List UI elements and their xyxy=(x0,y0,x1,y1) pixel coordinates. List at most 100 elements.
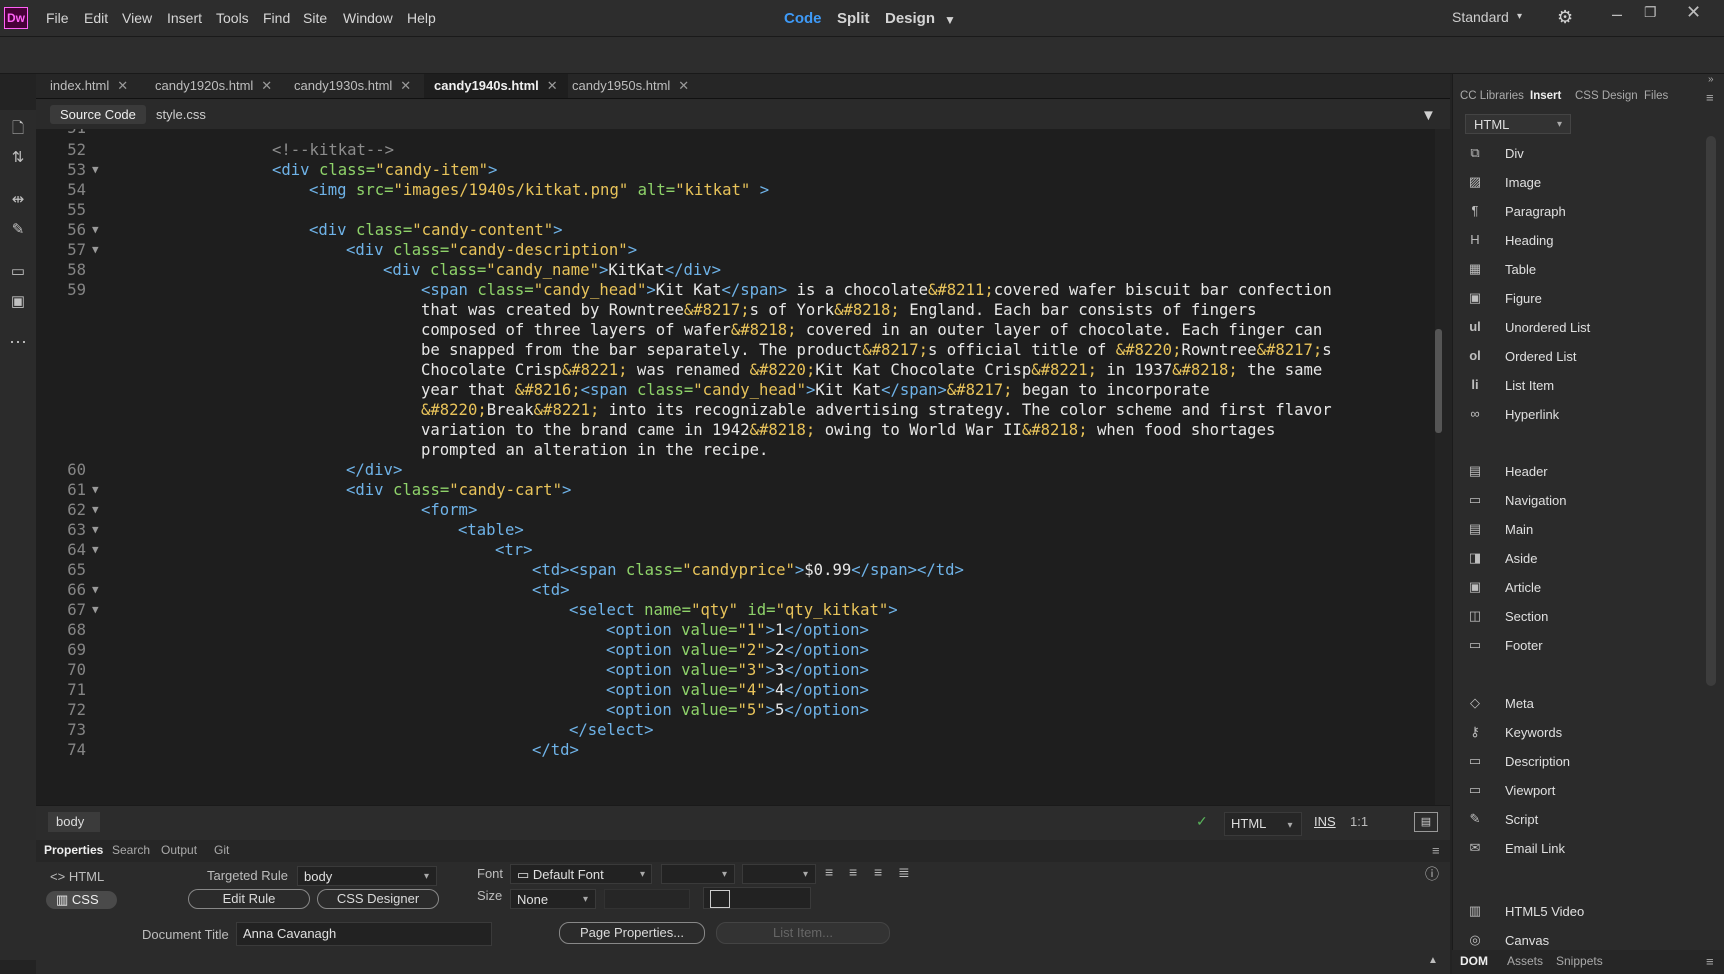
format-icon[interactable]: ▣ xyxy=(9,292,27,310)
fold-arrow-icon[interactable]: ▼ xyxy=(92,243,99,256)
insert-heading[interactable]: Heading xyxy=(1505,233,1553,248)
insert-html5-video[interactable]: HTML5 Video xyxy=(1505,904,1584,919)
style-css-link[interactable]: style.css xyxy=(156,105,206,124)
insert-navigation[interactable]: Navigation xyxy=(1505,493,1566,508)
restore-icon[interactable]: ❐ xyxy=(1644,4,1657,21)
align-justify-icon[interactable]: ≣ xyxy=(898,864,910,881)
tab-css-designer[interactable]: CSS Designer xyxy=(1575,90,1638,102)
brush-icon[interactable]: ✎ xyxy=(9,220,27,238)
code-editor[interactable]: 51 52 <!--kitkat--> 53 ▼ <div class="can… xyxy=(36,129,1435,805)
close-tab-icon[interactable]: ✕ xyxy=(261,78,272,93)
tab-candy1930s[interactable]: candy1930s.html ✕ xyxy=(284,74,421,98)
more-icon[interactable]: ⋯ xyxy=(9,332,27,352)
insert-mode-indicator[interactable]: INS xyxy=(1314,814,1336,829)
tab-candy1920s[interactable]: candy1920s.html ✕ xyxy=(145,74,282,98)
panel-menu-icon[interactable]: ≡ xyxy=(1706,954,1714,969)
fold-arrow-icon[interactable]: ▼ xyxy=(92,583,99,596)
close-icon[interactable]: ✕ xyxy=(1686,2,1701,23)
insert-email-link[interactable]: Email Link xyxy=(1505,841,1565,856)
menu-help[interactable]: Help xyxy=(407,10,436,26)
align-center-icon[interactable]: ≡ xyxy=(849,864,857,880)
tab-properties[interactable]: Properties xyxy=(44,843,103,857)
code-view-button[interactable]: Code xyxy=(784,10,822,27)
insert-aside[interactable]: Aside xyxy=(1505,551,1538,566)
insert-footer[interactable]: Footer xyxy=(1505,638,1543,653)
insert-script[interactable]: Script xyxy=(1505,812,1538,827)
insert-list-item[interactable]: List Item xyxy=(1505,378,1554,393)
panel-menu-icon[interactable]: ≡ xyxy=(1706,90,1714,105)
fold-arrow-icon[interactable]: ▼ xyxy=(92,603,99,616)
insert-viewport[interactable]: Viewport xyxy=(1505,783,1555,798)
insert-hyperlink[interactable]: Hyperlink xyxy=(1505,407,1559,422)
collapse-panel-icon[interactable]: » xyxy=(1708,74,1714,85)
close-tab-icon[interactable]: ✕ xyxy=(678,78,689,93)
tab-cc-libraries[interactable]: CC Libraries xyxy=(1460,90,1524,102)
menu-site[interactable]: Site xyxy=(303,10,327,26)
color-field[interactable] xyxy=(703,887,811,909)
insert-section[interactable]: Section xyxy=(1505,609,1548,624)
fold-arrow-icon[interactable]: ▼ xyxy=(92,223,99,236)
tab-files[interactable]: Files xyxy=(1644,90,1668,102)
menu-edit[interactable]: Edit xyxy=(84,10,108,26)
css-designer-button[interactable]: CSS Designer xyxy=(317,889,439,909)
insert-div[interactable]: Div xyxy=(1505,146,1524,161)
insert-image[interactable]: Image xyxy=(1505,175,1541,190)
document-title-input[interactable]: Anna Cavanagh xyxy=(236,922,492,946)
tab-git[interactable]: Git xyxy=(214,843,229,857)
color-swatch[interactable] xyxy=(710,890,730,908)
breadcrumb[interactable]: body xyxy=(48,812,101,832)
fold-arrow-icon[interactable]: ▼ xyxy=(92,503,99,516)
fold-arrow-icon[interactable]: ▼ xyxy=(92,163,99,176)
tab-output[interactable]: Output xyxy=(161,843,197,857)
insert-description[interactable]: Description xyxy=(1505,754,1570,769)
no-errors-icon[interactable]: ✓ xyxy=(1196,813,1208,830)
file-icon[interactable]: 🗋 xyxy=(9,118,27,137)
menu-file[interactable]: File xyxy=(46,10,69,26)
close-tab-icon[interactable]: ✕ xyxy=(117,78,128,93)
align-left-icon[interactable]: ≡ xyxy=(825,864,833,880)
menu-view[interactable]: View xyxy=(122,10,152,26)
tab-dom[interactable]: DOM xyxy=(1460,954,1488,968)
live-preview-icon[interactable]: ▤ xyxy=(1414,812,1438,832)
insert-canvas[interactable]: Canvas xyxy=(1505,933,1549,948)
menu-find[interactable]: Find xyxy=(263,10,290,26)
insert-header[interactable]: Header xyxy=(1505,464,1548,479)
panel-menu-icon[interactable]: ≡ xyxy=(1432,843,1440,858)
insert-ordered-list[interactable]: Ordered List xyxy=(1505,349,1577,364)
insert-keywords[interactable]: Keywords xyxy=(1505,725,1562,740)
minimize-icon[interactable]: – xyxy=(1612,4,1622,25)
fold-arrow-icon[interactable]: ▼ xyxy=(92,543,99,556)
menu-insert[interactable]: Insert xyxy=(167,10,202,26)
fold-arrow-icon[interactable]: ▼ xyxy=(92,483,99,496)
html-mode-button[interactable]: <> HTML xyxy=(50,869,104,884)
insert-category-select[interactable]: HTML ▾ xyxy=(1465,114,1571,134)
targeted-rule-select[interactable]: body xyxy=(297,866,437,886)
design-view-button[interactable]: Design xyxy=(885,10,935,27)
expand-icon[interactable]: ⇹ xyxy=(9,190,27,208)
insert-panel-scrollbar[interactable] xyxy=(1706,136,1716,686)
insert-figure[interactable]: Figure xyxy=(1505,291,1542,306)
tab-search[interactable]: Search xyxy=(112,843,150,857)
tab-assets[interactable]: Assets xyxy=(1507,954,1543,968)
sync-settings-icon[interactable]: ⚙ xyxy=(1557,7,1573,28)
menu-window[interactable]: Window xyxy=(343,10,393,26)
css-mode-button[interactable]: ▥ CSS xyxy=(46,891,117,909)
insert-table[interactable]: Table xyxy=(1505,262,1536,277)
sort-icon[interactable]: ⇅ xyxy=(9,148,27,166)
split-view-button[interactable]: Split xyxy=(837,10,870,27)
menu-tools[interactable]: Tools xyxy=(216,10,249,26)
collapse-icon[interactable]: ▲ xyxy=(1428,955,1438,966)
edit-rule-button[interactable]: Edit Rule xyxy=(188,889,310,909)
insert-meta[interactable]: Meta xyxy=(1505,696,1534,711)
source-code-button[interactable]: Source Code xyxy=(50,105,146,124)
tab-insert[interactable]: Insert xyxy=(1530,90,1561,102)
code-scrollbar[interactable] xyxy=(1435,329,1442,433)
help-icon[interactable]: ⓘ xyxy=(1425,864,1439,884)
tab-snippets[interactable]: Snippets xyxy=(1556,954,1603,968)
insert-paragraph[interactable]: Paragraph xyxy=(1505,204,1566,219)
view-dropdown-icon[interactable]: ▼ xyxy=(944,13,956,27)
workspace-switcher[interactable]: Standard xyxy=(1452,9,1509,25)
filter-icon[interactable]: ▼ xyxy=(1421,107,1436,124)
tab-candy1940s[interactable]: candy1940s.html ✕ xyxy=(424,74,568,98)
close-tab-icon[interactable]: ✕ xyxy=(400,78,411,93)
